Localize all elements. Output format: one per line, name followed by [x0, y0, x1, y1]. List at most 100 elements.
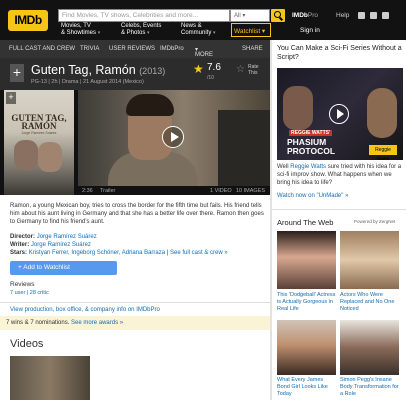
imdb-logo[interactable]: IMDb — [8, 10, 48, 31]
see-more-awards-link[interactable]: See more awards » — [71, 320, 123, 326]
writer-link[interactable]: Jorge Ramírez Suárez — [31, 242, 91, 248]
poster-add-icon[interactable]: + — [6, 92, 16, 104]
video-type: Trailer — [100, 188, 116, 194]
play-icon[interactable] — [329, 104, 349, 124]
video-figure-hair — [126, 94, 174, 116]
subnav-more[interactable]: MORE ▾ — [195, 46, 213, 58]
watchlist-label: Watchlist — [234, 28, 261, 35]
videos-heading: Videos — [10, 338, 44, 350]
add-to-watchlist-button[interactable]: + Add to Watchlist — [10, 261, 117, 275]
nav-movies-tv[interactable]: Movies, TV & Showtimes ▾ — [61, 23, 100, 37]
ad-heading[interactable]: You Can Make a Sci-Fi Series Without a S… — [277, 44, 403, 62]
rate-star-icon[interactable]: ☆ — [236, 64, 245, 75]
reviews-heading: Reviews — [10, 281, 35, 288]
chevron-down-icon: ▾ — [97, 30, 101, 36]
title-bar: + Guten Tag, Ramón (2013) PG-13 | 2h | D… — [0, 58, 270, 90]
writer-credit: Writer: Jorge Ramírez Suárez — [10, 242, 91, 248]
poster-figure — [38, 142, 62, 172]
subnav-share[interactable]: SHARE — [242, 46, 263, 52]
nav-news[interactable]: News & Community ▾ — [181, 23, 216, 37]
twitter-icon[interactable] — [370, 12, 377, 19]
ad-title: PHASIUM PROTOCOL — [287, 137, 336, 156]
ad-video[interactable]: REGGIE WATTS' PHASIUM PROTOCOL Reggie Wa… — [277, 68, 403, 160]
movie-meta: PG-13 | 2h | Drama | 21 August 2014 (Mex… — [31, 79, 144, 85]
web-tile-image[interactable] — [277, 320, 336, 375]
ad-caption-link[interactable]: Reggie Watts — [290, 164, 326, 170]
plot-summary: Ramon, a young Mexican boy, tries to cro… — [10, 203, 264, 225]
web-tile-image[interactable] — [340, 231, 399, 289]
page-title: Guten Tag, Ramón (2013) — [31, 63, 165, 77]
imdbpro-link[interactable]: IMDbPro — [292, 12, 318, 19]
director-label: Director: — [10, 234, 36, 240]
subnav-user-reviews[interactable]: USER REVIEWS — [109, 46, 155, 52]
social-icons — [358, 12, 394, 21]
search-filter-value: All — [234, 13, 241, 19]
nav-celebs-line2: & Photos — [121, 30, 146, 36]
awards-text: 7 wins & 7 nominations. — [6, 320, 70, 326]
chevron-down-icon: ▾ — [147, 30, 150, 36]
search-filter-select[interactable]: All ▾ — [230, 9, 270, 22]
nav-news-line2: Community — [181, 30, 212, 36]
chevron-down-icon: ▾ — [213, 30, 216, 36]
nav-movies-line2: & Showtimes — [61, 30, 97, 36]
star-icon: ★ — [193, 62, 204, 76]
search-button[interactable] — [271, 9, 285, 22]
stars-label: Stars: — [10, 250, 28, 256]
video-thumbnail[interactable] — [10, 356, 90, 400]
ad-button[interactable]: Reggie Watts — [369, 145, 397, 160]
facebook-icon[interactable] — [358, 12, 365, 19]
watch-now-link[interactable]: Watch now on "UnMade" » — [277, 193, 348, 199]
video-info-bar: 2:36 Trailer 1 VIDEO 10 IMAGES — [78, 186, 270, 195]
title-subnav: FULL CAST AND CREW TRIVIA USER REVIEWS I… — [0, 40, 270, 58]
instagram-icon[interactable] — [382, 12, 389, 19]
video-count-link[interactable]: 1 VIDEO — [210, 188, 232, 194]
trailer-video[interactable] — [78, 90, 270, 186]
ad-figure — [283, 86, 313, 130]
nav-celebs-line1: Celebs, Events — [121, 23, 162, 29]
ad-caption-pre: Well — [277, 164, 291, 170]
web-tile-caption[interactable]: Actors Who Were Replaced and No One Noti… — [340, 292, 400, 313]
rate-this-label[interactable]: Rate This — [248, 64, 262, 76]
web-tile-caption[interactable]: This 'Dodgeball' Actress is Actually Gor… — [277, 292, 337, 313]
video-background-figure — [218, 110, 270, 186]
nav-news-line1: News & — [181, 23, 202, 29]
poster-subtitle: Jorge Ramírez Suárez — [21, 131, 57, 135]
add-to-watchlist-ribbon[interactable]: + — [10, 64, 24, 82]
poster-title: GUTEN TAG, RAMÓN — [11, 113, 67, 131]
web-tile-image[interactable] — [340, 320, 399, 375]
media-strip: + GUTEN TAG, RAMÓN Jorge Ramírez Suárez … — [0, 90, 270, 195]
ad-tag: REGGIE WATTS' — [289, 130, 333, 136]
imdbpro-prefix: IMDb — [292, 12, 308, 19]
awards-bar: 7 wins & 7 nominations. See more awards … — [0, 316, 270, 330]
stars-links[interactable]: Kristyan Ferrer, Ingeborg Schöner, Adria… — [29, 250, 165, 256]
watchlist-button[interactable]: Watchlist ▾ — [231, 23, 271, 37]
writer-label: Writer: — [10, 242, 30, 248]
director-link[interactable]: Jorge Ramírez Suárez — [37, 234, 97, 240]
top-navigation-bar: IMDb Find Movies, TV shows, Celebrities … — [0, 0, 406, 40]
reviews-counts[interactable]: 7 user | 28 critic — [10, 290, 49, 296]
play-icon[interactable] — [162, 126, 184, 148]
stars-credit: Stars: Kristyan Ferrer, Ingeborg Schöner… — [10, 250, 228, 256]
web-tile-image[interactable] — [277, 231, 336, 289]
sign-in-link[interactable]: Sign in — [300, 27, 320, 34]
ad-caption: Well Reggie Watts sure tried with his id… — [277, 163, 403, 187]
movie-poster[interactable]: + GUTEN TAG, RAMÓN Jorge Ramírez Suárez — [4, 90, 74, 195]
web-tile-caption[interactable]: Simon Pegg's Insane Body Transformation … — [340, 377, 400, 398]
subnav-full-cast[interactable]: FULL CAST AND CREW — [9, 46, 75, 52]
movie-year: (2013) — [139, 66, 166, 76]
imdbpro-suffix: Pro — [307, 12, 319, 19]
image-count-link[interactable]: 10 IMAGES — [236, 188, 265, 194]
rating-value: 7.6 — [207, 62, 221, 73]
powered-by-label: Powered by ZergNet — [354, 219, 396, 224]
subnav-imdbpro[interactable]: IMDbPro — [160, 46, 184, 52]
help-link[interactable]: Help — [336, 12, 349, 19]
search-input[interactable]: Find Movies, TV shows, Celebrities and m… — [58, 9, 230, 22]
nav-celebs[interactable]: Celebs, Events & Photos ▾ — [121, 23, 161, 37]
movie-name: Guten Tag, Ramón — [31, 63, 136, 77]
rating-scale: /10 — [207, 75, 214, 81]
see-full-cast-link[interactable]: See full cast & crew » — [170, 250, 228, 256]
imdbpro-info-link[interactable]: View production, box office, & company i… — [0, 302, 270, 316]
main-column: FULL CAST AND CREW TRIVIA USER REVIEWS I… — [0, 40, 270, 400]
web-tile-caption[interactable]: What Every James Bond Girl Looks Like To… — [277, 377, 337, 398]
subnav-trivia[interactable]: TRIVIA — [80, 46, 99, 52]
